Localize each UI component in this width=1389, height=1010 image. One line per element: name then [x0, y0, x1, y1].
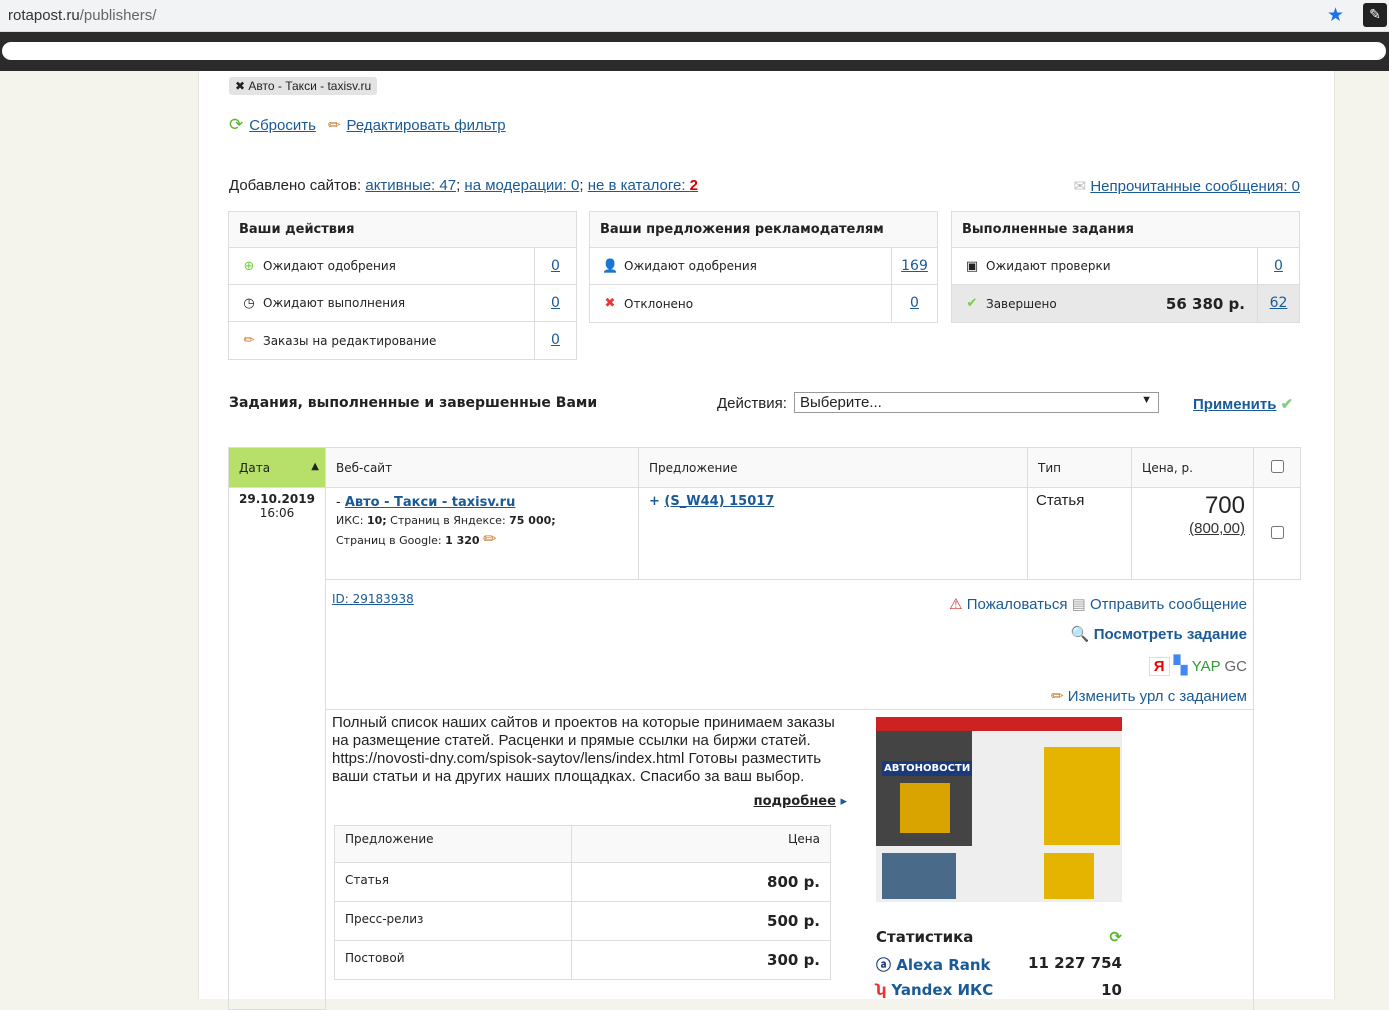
view-task-link[interactable]: Посмотреть задание [1094, 626, 1247, 643]
site-link[interactable]: Авто - Такси - taxisv.ru [345, 495, 516, 510]
refresh-icon[interactable]: ⟳ [1109, 928, 1122, 946]
count-link[interactable]: 0 [551, 258, 560, 274]
google-icon[interactable]: ▚ [1174, 655, 1188, 675]
select-all-checkbox[interactable] [1270, 459, 1284, 473]
pencil-icon: ✏ [327, 117, 341, 134]
completed-box: Выполненные задания ▣ Ожидают проверки 0 ✔… [951, 211, 1300, 323]
filter-tag-label: Авто - Такси - taxisv.ru [248, 79, 372, 93]
pencil-icon[interactable]: ✏ [483, 529, 496, 548]
table-row: 29.10.2019 16:06 - Авто - Такси - taxisv.… [228, 487, 1301, 1010]
offer-link[interactable]: (S_W44) 15017 [664, 494, 774, 509]
extension-icon[interactable]: ✎ [1363, 3, 1387, 27]
header-offer[interactable]: Предложение [638, 447, 1028, 488]
url-text[interactable]: rotapost.ru/publishers/ [8, 7, 156, 24]
filter-tag[interactable]: ✖ Авто - Такси - taxisv.ru [229, 77, 378, 95]
reject-icon: ✖ [604, 296, 616, 311]
send-message-link[interactable]: Отправить сообщение [1090, 596, 1247, 613]
box-title: Выполненные задания [952, 212, 1299, 248]
bookmark-star-icon[interactable]: ★ [1327, 4, 1344, 26]
header-date[interactable]: Дата ▲ [228, 447, 326, 488]
row-checkbox[interactable] [1270, 525, 1284, 539]
clock-icon: ◷ [243, 295, 255, 311]
box-title: Ваши предложения рекламодателям [590, 212, 937, 248]
user-icon: 👤 [602, 258, 619, 274]
box-title: Ваши действия [229, 212, 576, 248]
moderation-link[interactable]: на модерации: 0 [464, 177, 579, 194]
pencil-icon: ✏ [243, 333, 255, 348]
site-top-bar [0, 32, 1389, 71]
check-icon: ✔ [1280, 396, 1294, 413]
refresh-icon: ⟳ [229, 115, 244, 134]
more-link[interactable]: подробнее [754, 794, 836, 809]
document-icon: ▤ [1071, 596, 1086, 613]
magnifier-icon: 🔍 [1070, 626, 1090, 643]
address-bar[interactable]: rotapost.ru/publishers/ ★ ✎ [0, 0, 1389, 32]
monitor-icon: ▣ [965, 258, 979, 274]
stats-panel: Статистика ⟳ ⓐ Alexa Rank 11 227 754 ʮ Yan… [876, 928, 1122, 999]
actions-label: Действия: [717, 395, 787, 412]
count-link[interactable]: 169 [901, 258, 928, 274]
count-link[interactable]: 0 [1274, 258, 1283, 274]
yandex-icon: ʮ [876, 981, 887, 999]
sites-summary: Добавлено сайтов: активные: 47; на модер… [229, 177, 699, 194]
old-price: (800,00) [1189, 520, 1245, 537]
check-icon: ✔ [966, 296, 978, 311]
pencil-icon: ✏ [1051, 688, 1064, 705]
alexa-icon: ⓐ [876, 956, 892, 974]
top-search-bar[interactable] [2, 42, 1386, 60]
edit-filter-link[interactable]: Редактировать фильтр [347, 117, 506, 134]
header-type[interactable]: Тип [1027, 447, 1132, 488]
complain-link[interactable]: Пожаловаться [967, 596, 1068, 613]
count-link[interactable]: 62 [1270, 295, 1288, 311]
apply-link[interactable]: Применить [1193, 396, 1276, 413]
task-id-link[interactable]: ID: 29183938 [332, 592, 414, 606]
count-link[interactable]: 0 [551, 295, 560, 311]
reset-link[interactable]: Сбросить [249, 117, 316, 134]
active-sites-link[interactable]: активные: 47 [365, 177, 456, 194]
plus-circle-icon: ⊕ [243, 258, 255, 274]
close-icon[interactable]: ✖ [235, 79, 245, 93]
count-link[interactable]: 0 [910, 295, 919, 311]
section-title: Задания, выполненные и завершенные Вами [229, 395, 598, 411]
change-url-link[interactable]: Изменить урл с заданием [1068, 688, 1247, 705]
header-price[interactable]: Цена, р. [1131, 447, 1254, 488]
your-actions-box: Ваши действия ⊕ Ожидают одобрения 0 ◷ Ожида… [228, 211, 577, 360]
count-link[interactable]: 0 [551, 332, 560, 348]
site-thumbnail: АВТОНОВОСТИ [876, 717, 1122, 902]
site-description: Полный список наших сайтов и проектов на… [332, 714, 835, 785]
yandex-icon[interactable]: Я [1148, 657, 1170, 676]
warning-icon: ⚠ [949, 596, 963, 613]
offers-box: Ваши предложения рекламодателям 👤 Ожидают… [589, 211, 938, 323]
actions-select[interactable]: Выберите... ▼ [794, 392, 1159, 413]
tasks-table: Дата ▲ Веб-сайт Предложение Тип Цена, р. … [228, 447, 1301, 1010]
price-table: Предложение Цена Статья 800 р. Пресс-релиз… [334, 825, 831, 980]
not-catalog-link[interactable]: не в каталоге: 2 [588, 177, 698, 194]
header-site[interactable]: Веб-сайт [325, 447, 639, 488]
unread-messages-link[interactable]: Непрочитанные сообщения: 0 [1090, 178, 1300, 195]
envelope-icon: ✉ [1073, 178, 1087, 195]
